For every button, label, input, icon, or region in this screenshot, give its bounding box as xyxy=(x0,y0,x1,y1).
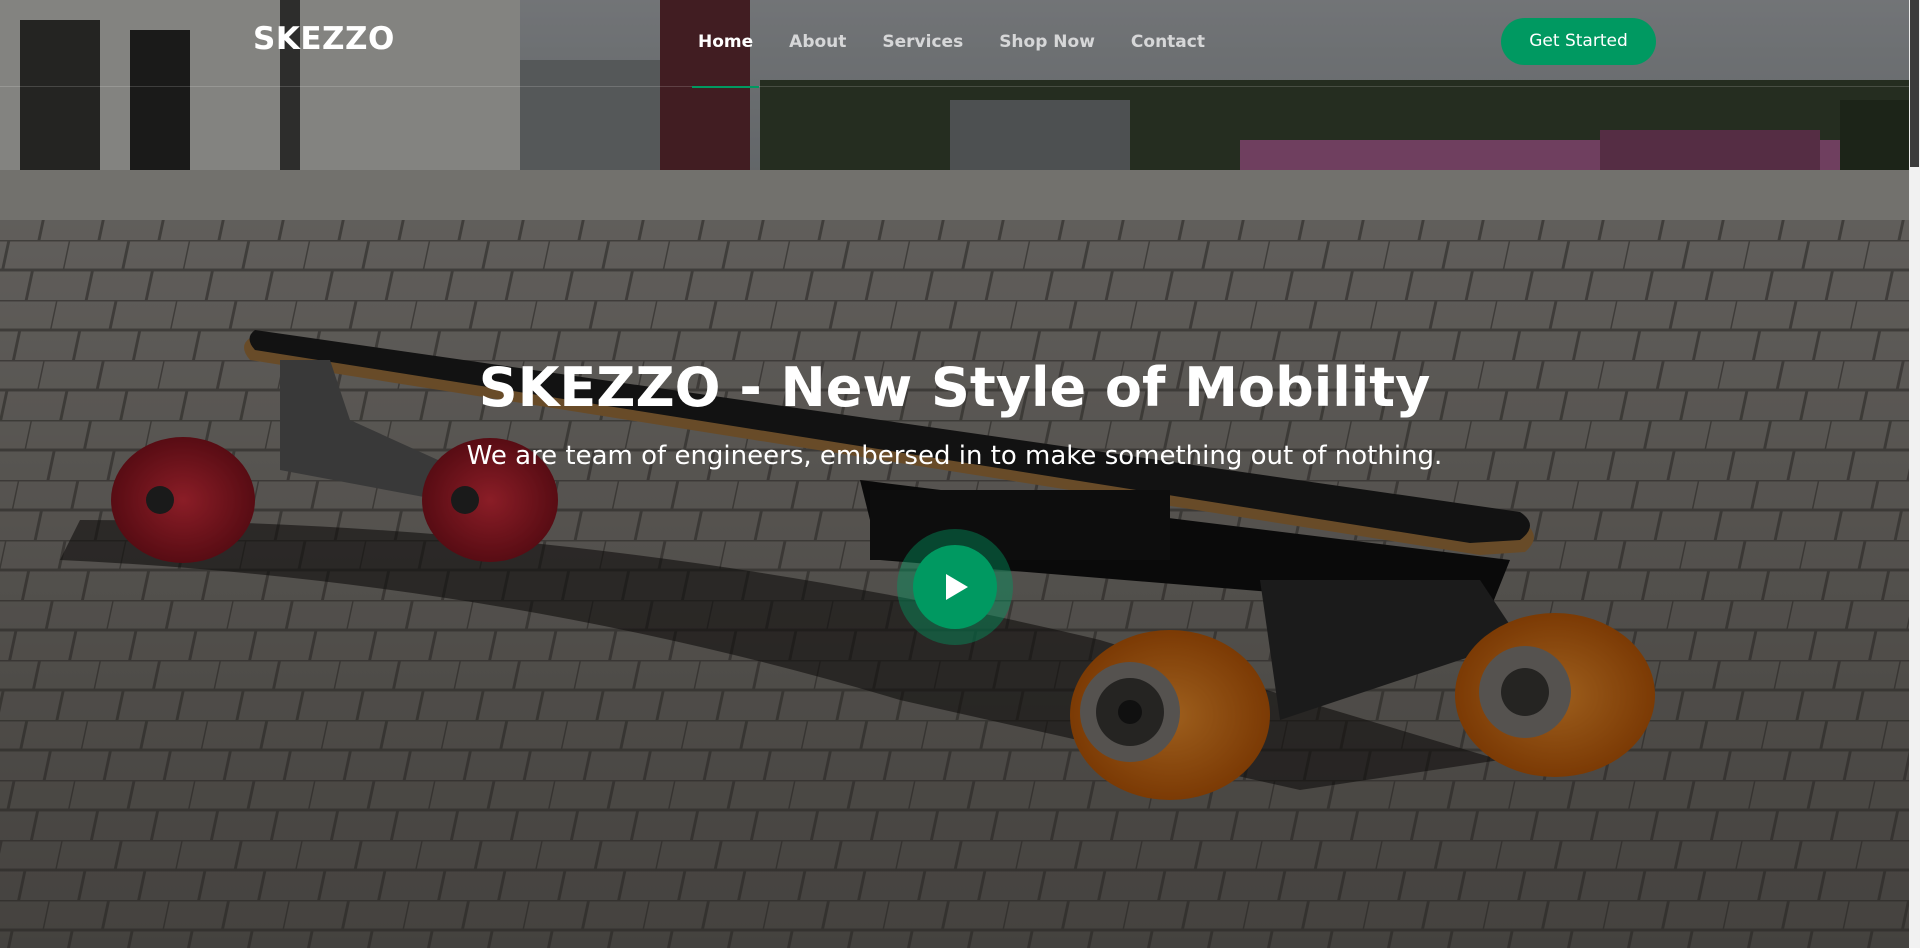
site-logo[interactable]: SKEZZO xyxy=(253,21,395,57)
play-icon xyxy=(946,574,968,600)
main-nav: Home About Services Shop Now Contact xyxy=(680,0,1223,88)
nav-item-shop-now[interactable]: Shop Now xyxy=(981,0,1113,87)
nav-item-services[interactable]: Services xyxy=(864,0,981,87)
hero-title: SKEZZO - New Style of Mobility xyxy=(478,356,1431,419)
nav-item-home[interactable]: Home xyxy=(680,0,771,88)
hero-section: SKEZZO Home About Services Shop Now Cont… xyxy=(0,0,1909,948)
hero-dark-overlay xyxy=(0,0,1909,948)
nav-item-contact[interactable]: Contact xyxy=(1113,0,1223,87)
nav-item-about[interactable]: About xyxy=(771,0,864,87)
site-header: SKEZZO Home About Services Shop Now Cont… xyxy=(0,0,1909,88)
play-button-core[interactable] xyxy=(913,545,997,629)
page-scrollbar[interactable] xyxy=(1909,0,1920,948)
hero-subtitle: We are team of engineers, embersed in to… xyxy=(466,441,1443,471)
play-video-button[interactable] xyxy=(897,529,1013,645)
get-started-button[interactable]: Get Started xyxy=(1501,18,1656,65)
scrollbar-thumb[interactable] xyxy=(1910,0,1919,167)
